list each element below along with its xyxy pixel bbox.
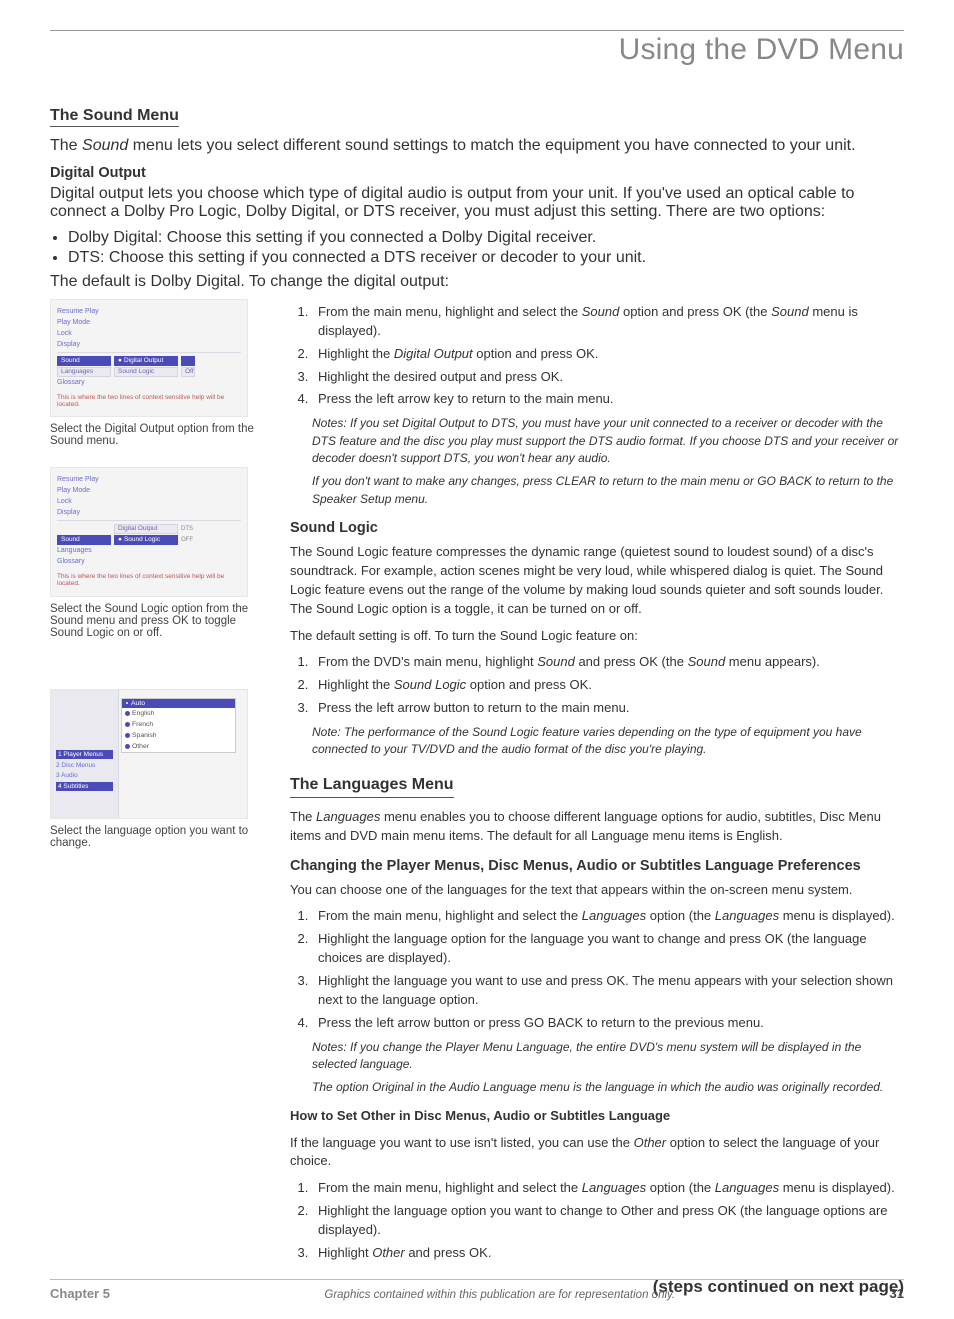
sl-p1: The Sound Logic feature compresses the d… (290, 543, 904, 618)
sound-menu-intro: The Sound menu lets you select different… (50, 137, 904, 155)
footer-page-number: 31 (890, 1286, 904, 1301)
lang-sub2: How to Set Other in Disc Menus, Audio or… (290, 1107, 904, 1126)
screenshot-languages: 1 Player Menus 2 Disc Menus 3 Audio 4 Su… (50, 689, 248, 819)
sl-step-2: Highlight the Sound Logic option and pre… (312, 676, 904, 695)
lo-step-1: From the main menu, highlight and select… (312, 1179, 904, 1198)
sound-logic-steps: From the DVD's main menu, highlight Soun… (312, 653, 904, 718)
page: Using the DVD Menu The Sound Menu The So… (0, 0, 954, 1319)
sl-step-1: From the DVD's main menu, highlight Soun… (312, 653, 904, 672)
do-note-2: If you don't want to make any changes, p… (312, 473, 904, 508)
lang-steps: From the main menu, highlight and select… (312, 907, 904, 1032)
digital-output-p1: Digital output lets you choose which typ… (50, 185, 904, 221)
lang-p1: The Languages menu enables you to choose… (290, 808, 904, 846)
caption-3: Select the language option you want to c… (50, 825, 270, 849)
do-step-1: From the main menu, highlight and select… (312, 303, 904, 341)
sl-p2: The default setting is off. To turn the … (290, 627, 904, 646)
lang-other-steps: From the main menu, highlight and select… (312, 1179, 904, 1262)
do-note-1: Notes: If you set Digital Output to DTS,… (312, 415, 904, 467)
sound-menu-heading: The Sound Menu (50, 107, 179, 127)
digital-output-p2: The default is Dolby Digital. To change … (50, 273, 904, 291)
lang-note-2: The option Original in the Audio Languag… (312, 1079, 904, 1096)
footer-disclaimer: Graphics contained within this publicati… (324, 1289, 675, 1301)
lo-step-3: Highlight Other and press OK. (312, 1244, 904, 1263)
digital-output-heading: Digital Output (50, 165, 904, 181)
lang-step-3: Highlight the language you want to use a… (312, 972, 904, 1010)
bullet-dolby: Dolby Digital: Choose this setting if yo… (68, 229, 904, 247)
lang-note-1: Notes: If you change the Player Menu Lan… (312, 1039, 904, 1074)
lang-p3: If the language you want to use isn't li… (290, 1134, 904, 1172)
left-column: Resume Play Play Mode Lock Display Sound… (50, 299, 270, 869)
sl-note: Note: The performance of the Sound Logic… (312, 724, 904, 759)
radio-icon (125, 744, 130, 749)
bullet-dts: DTS: Choose this setting if you connecte… (68, 249, 904, 267)
page-header-title: Using the DVD Menu (50, 33, 904, 67)
do-step-4: Press the left arrow key to return to th… (312, 390, 904, 409)
digital-output-bullets: Dolby Digital: Choose this setting if yo… (68, 229, 904, 267)
caption-1: Select the Digital Output option from th… (50, 423, 270, 447)
sl-step-3: Press the left arrow button to return to… (312, 699, 904, 718)
lang-step-1: From the main menu, highlight and select… (312, 907, 904, 926)
caption-2: Select the Sound Logic option from the S… (50, 603, 270, 639)
page-footer: Chapter 5 Graphics contained within this… (50, 1279, 904, 1301)
do-step-2: Highlight the Digital Output option and … (312, 345, 904, 364)
radio-icon (125, 701, 129, 705)
digital-output-steps: From the main menu, highlight and select… (312, 303, 904, 409)
lang-p2: You can choose one of the languages for … (290, 881, 904, 900)
lang-step-2: Highlight the language option for the la… (312, 930, 904, 968)
header-rule (50, 30, 904, 31)
do-step-3: Highlight the desired output and press O… (312, 368, 904, 387)
screenshot-sound-logic: Resume Play Play Mode Lock Display Digit… (50, 467, 248, 596)
radio-icon (125, 733, 130, 738)
sound-logic-heading: Sound Logic (290, 518, 904, 539)
screenshot-sound-digital-output: Resume Play Play Mode Lock Display Sound… (50, 299, 248, 417)
footer-chapter: Chapter 5 (50, 1286, 110, 1301)
lo-step-2: Highlight the language option you want t… (312, 1202, 904, 1240)
right-column: From the main menu, highlight and select… (290, 299, 904, 1299)
radio-icon (125, 722, 130, 727)
lang-step-4: Press the left arrow button or press GO … (312, 1014, 904, 1033)
lang-sub1: Changing the Player Menus, Disc Menus, A… (290, 856, 904, 877)
radio-icon (125, 711, 130, 716)
languages-heading: The Languages Menu (290, 773, 454, 798)
